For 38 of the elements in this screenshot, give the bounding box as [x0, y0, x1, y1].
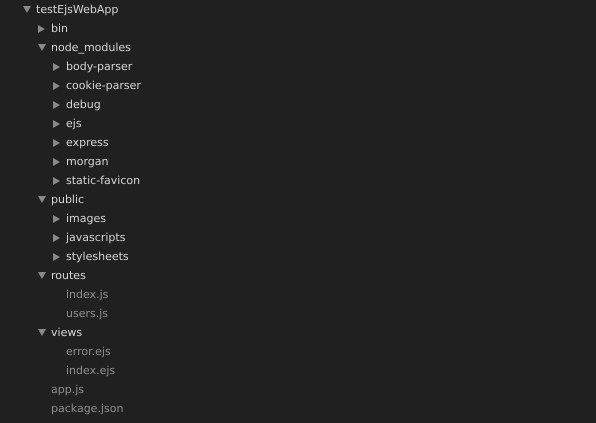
folder-name[interactable]: body-parser	[66, 60, 132, 73]
file-name[interactable]: users.js	[66, 307, 108, 320]
expanded-arrow-icon[interactable]	[38, 329, 46, 336]
file-name[interactable]: package.json	[51, 402, 124, 415]
collapsed-arrow-icon[interactable]	[53, 158, 60, 166]
file-name[interactable]: error.ejs	[66, 345, 111, 358]
expanded-arrow-icon[interactable]	[38, 196, 46, 203]
collapsed-arrow-icon[interactable]	[53, 138, 60, 146]
collapsed-arrow-icon[interactable]	[53, 252, 60, 260]
folder-name[interactable]: express	[66, 136, 109, 149]
collapsed-arrow-icon[interactable]	[38, 24, 45, 32]
folder-name[interactable]: ejs	[66, 117, 82, 130]
folder-name[interactable]: views	[51, 326, 82, 339]
folder-name[interactable]: cookie-parser	[66, 79, 141, 92]
collapsed-arrow-icon[interactable]	[53, 120, 60, 128]
folder-name[interactable]: javascripts	[66, 231, 126, 244]
collapsed-arrow-icon[interactable]	[53, 62, 60, 70]
folder-name[interactable]: routes	[51, 269, 86, 282]
folder-name[interactable]: static-favicon	[66, 174, 140, 187]
file-name[interactable]: app.js	[51, 383, 84, 396]
collapsed-arrow-icon[interactable]	[53, 82, 60, 90]
file-name[interactable]: index.ejs	[66, 364, 116, 377]
folder-name[interactable]: testEjsWebApp	[36, 3, 118, 16]
expanded-arrow-icon[interactable]	[38, 44, 46, 51]
collapsed-arrow-icon[interactable]	[53, 100, 60, 108]
collapsed-arrow-icon[interactable]	[53, 176, 60, 184]
folder-name[interactable]: node_modules	[51, 41, 131, 54]
folder-name[interactable]: bin	[51, 22, 68, 35]
folder-name[interactable]: public	[51, 193, 84, 206]
folder-name[interactable]: morgan	[66, 155, 108, 168]
collapsed-arrow-icon[interactable]	[53, 234, 60, 242]
expanded-arrow-icon[interactable]	[22, 6, 30, 13]
file-name[interactable]: index.js	[66, 288, 108, 301]
folder-name[interactable]: stylesheets	[66, 250, 129, 263]
collapsed-arrow-icon[interactable]	[53, 214, 60, 222]
folder-name[interactable]: debug	[66, 98, 101, 111]
expanded-arrow-icon[interactable]	[38, 272, 46, 279]
folder-name[interactable]: images	[66, 212, 106, 225]
